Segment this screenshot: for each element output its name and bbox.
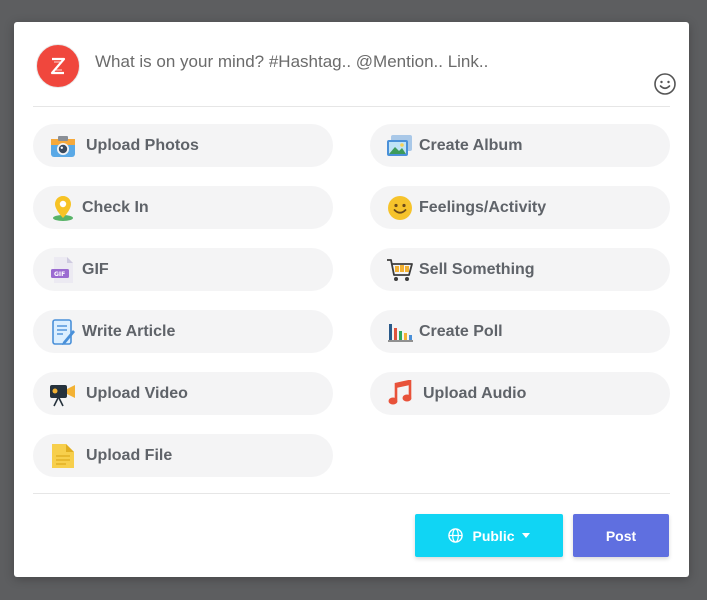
option-sell-something[interactable]: Sell Something <box>370 248 670 291</box>
video-camera-icon <box>49 380 77 408</box>
option-upload-video[interactable]: Upload Video <box>33 372 333 415</box>
globe-icon <box>448 528 464 543</box>
option-upload-audio[interactable]: Upload Audio <box>370 372 670 415</box>
option-upload-photos[interactable]: Upload Photos <box>33 124 333 167</box>
option-label: GIF <box>82 260 109 278</box>
option-gif[interactable]: GIF GIF <box>33 248 333 291</box>
app-logo-icon <box>50 57 66 75</box>
option-feelings-activity[interactable]: Feelings/Activity <box>370 186 670 229</box>
option-label: Upload Photos <box>86 136 199 154</box>
smiley-face-icon <box>386 194 414 222</box>
privacy-label: Public <box>472 527 515 544</box>
post-text-input[interactable] <box>95 50 655 74</box>
option-create-album[interactable]: Create Album <box>370 124 670 167</box>
bar-chart-icon <box>386 318 414 346</box>
option-write-article[interactable]: Write Article <box>33 310 333 353</box>
music-note-icon <box>386 379 414 408</box>
option-label: Sell Something <box>419 260 535 278</box>
option-label: Upload Audio <box>423 384 527 402</box>
option-label: Check In <box>82 198 149 216</box>
post-options-grid: Upload Photos Create Album Check In Feel… <box>33 124 670 477</box>
shopping-cart-icon <box>386 256 414 284</box>
album-icon <box>386 132 414 160</box>
caret-down-icon <box>521 533 530 538</box>
location-pin-icon <box>49 194 77 222</box>
option-label: Feelings/Activity <box>419 198 547 216</box>
post-button[interactable]: Post <box>573 514 669 557</box>
privacy-dropdown-button[interactable]: Public <box>415 514 563 557</box>
option-label: Create Poll <box>419 322 503 340</box>
option-upload-file[interactable]: Upload File <box>33 434 333 477</box>
emoji-picker-button[interactable] <box>653 72 677 96</box>
article-icon <box>49 318 77 346</box>
option-check-in[interactable]: Check In <box>33 186 333 229</box>
file-icon <box>49 442 77 470</box>
emoji-icon <box>654 73 676 95</box>
option-label: Create Album <box>419 136 523 154</box>
camera-icon <box>49 132 77 160</box>
gif-file-icon: GIF <box>49 256 77 284</box>
footer-divider <box>33 493 670 494</box>
post-composer <box>33 22 676 107</box>
option-label: Upload Video <box>86 384 188 402</box>
create-post-modal: Upload Photos Create Album <box>14 22 689 577</box>
option-label: Upload File <box>86 446 173 464</box>
avatar[interactable] <box>36 44 80 88</box>
svg-text:GIF: GIF <box>54 271 65 278</box>
option-label: Write Article <box>82 322 176 340</box>
option-create-poll[interactable]: Create Poll <box>370 310 670 353</box>
